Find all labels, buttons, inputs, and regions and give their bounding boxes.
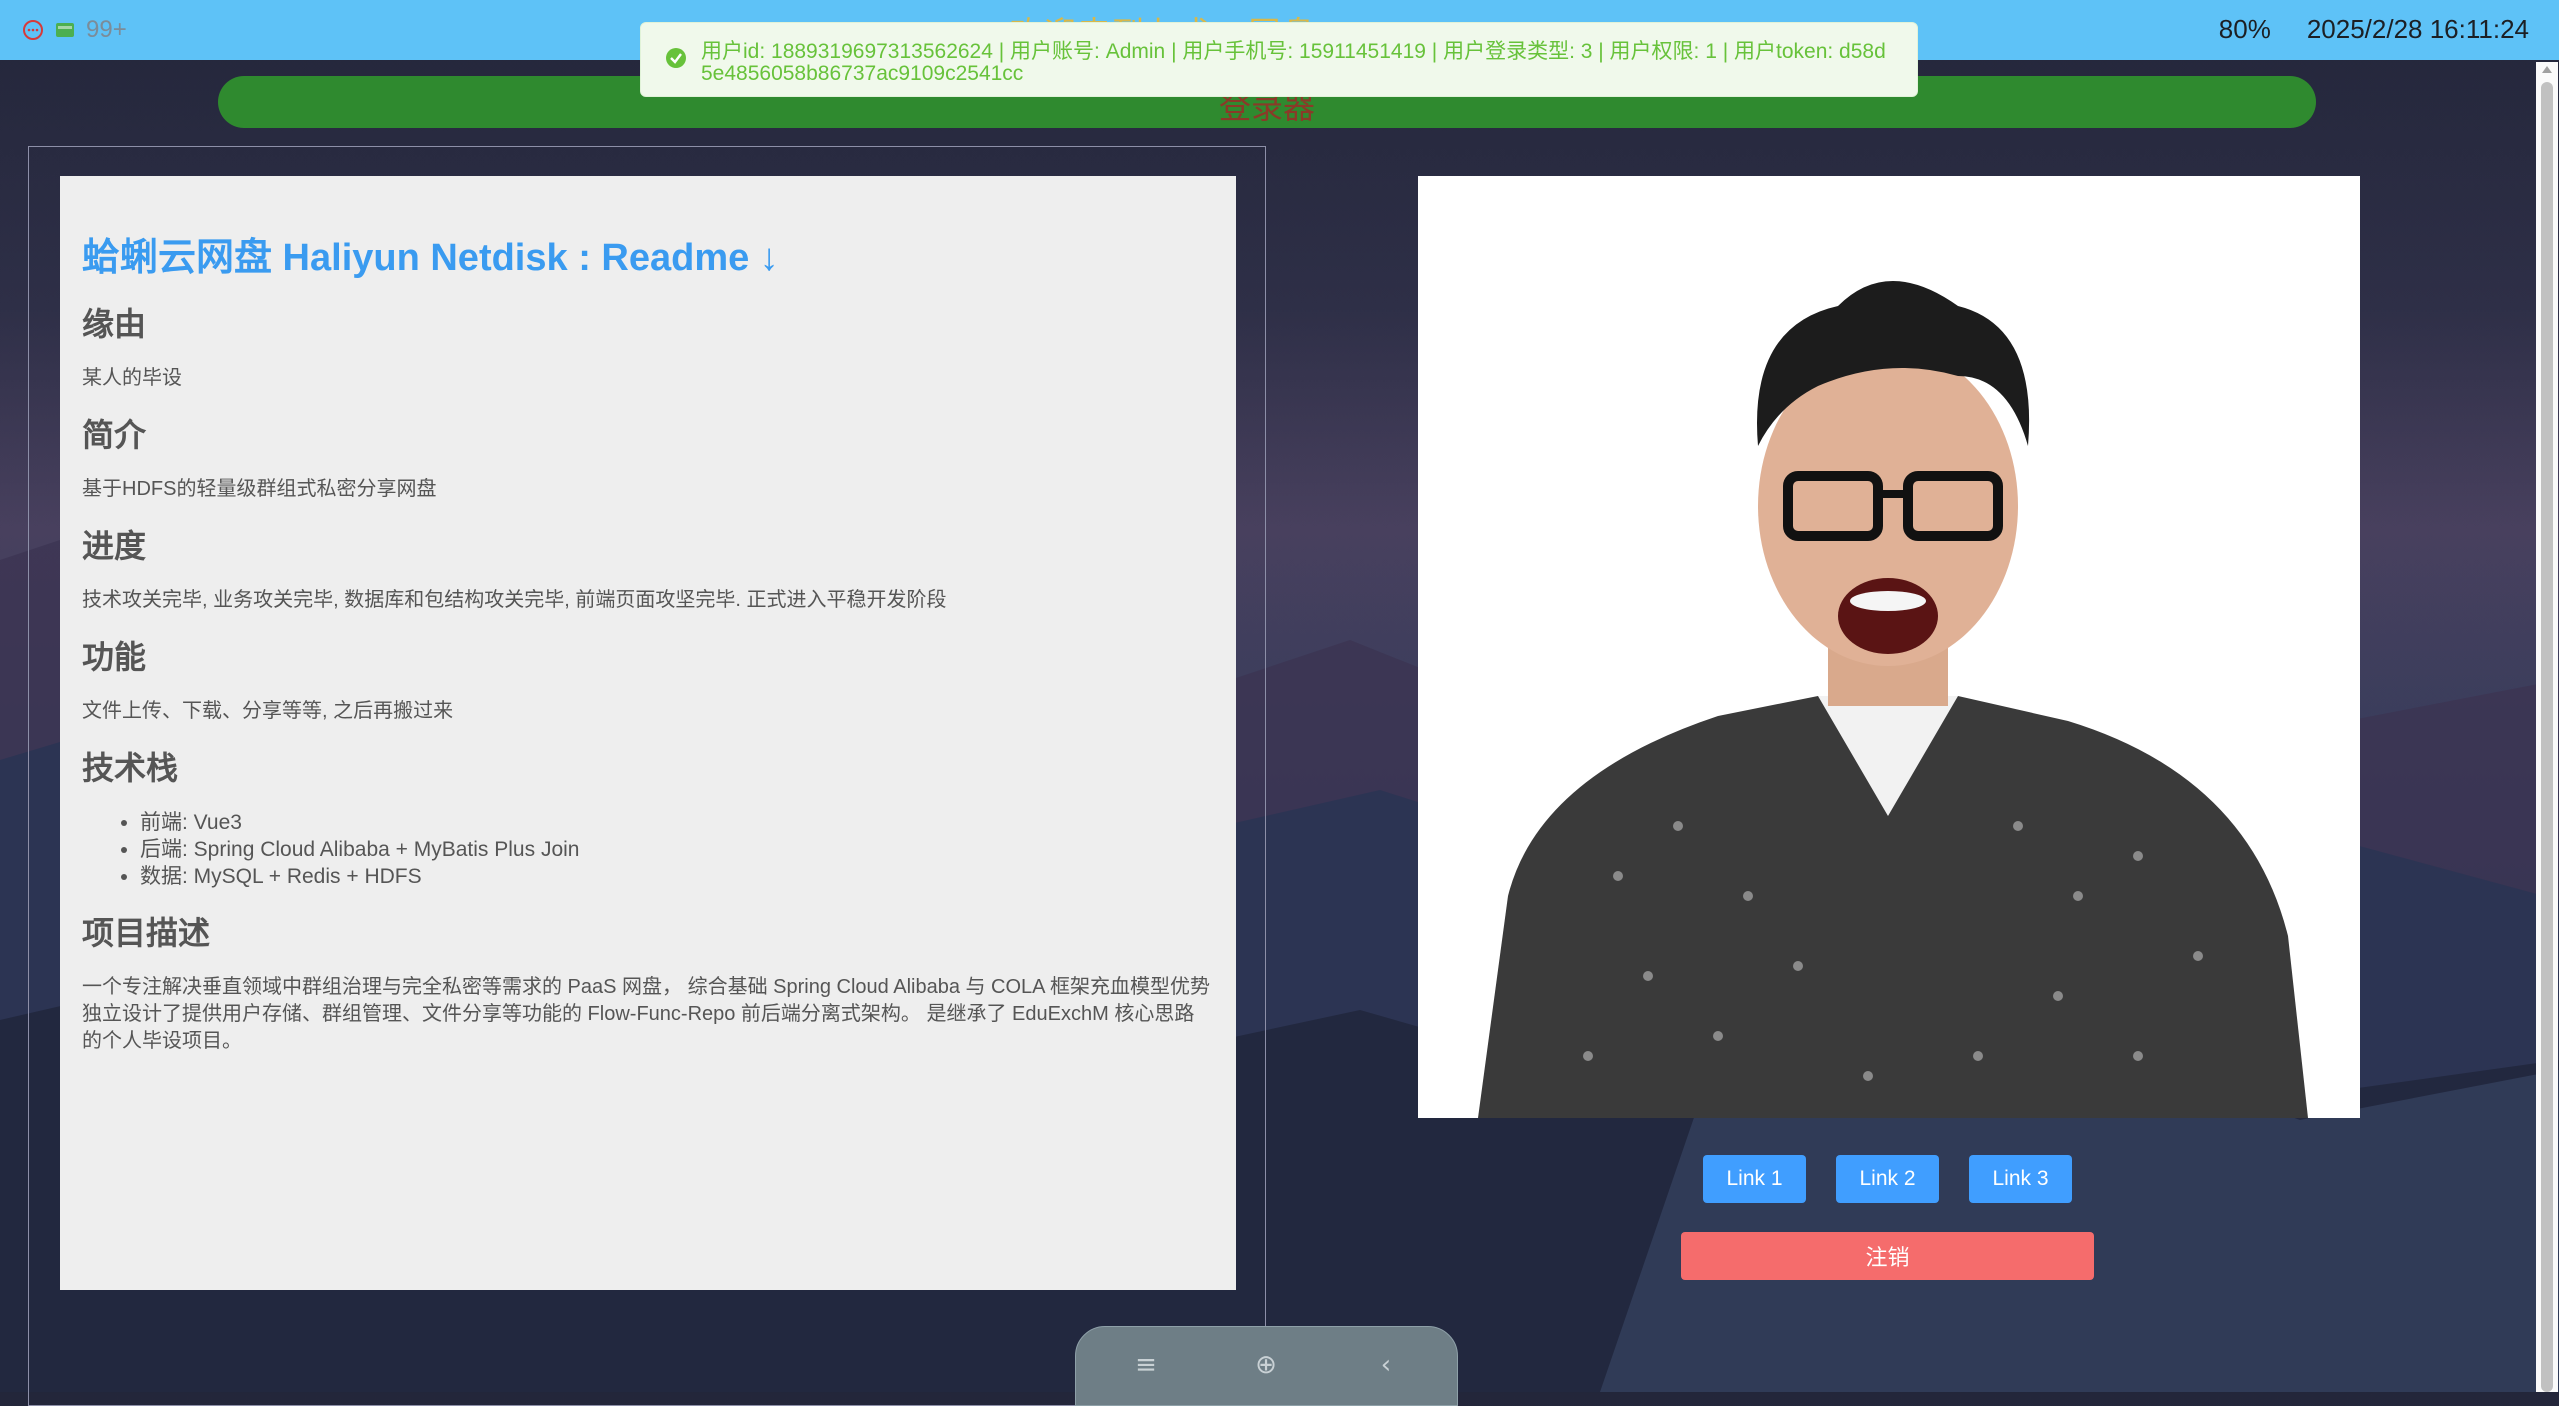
logout-button[interactable]: 注销	[1681, 1232, 2094, 1280]
section-heading-intro: 简介	[82, 417, 147, 453]
readme-panel: 蛤蜊云网盘 Haliyun Netdisk : Readme ↓ 缘由 某人的毕…	[60, 176, 1236, 1290]
toast-message: 用户id: 1889319697313562624 | 用户账号: Admin …	[701, 40, 1886, 85]
link-2-button[interactable]: Link 2	[1836, 1155, 1939, 1203]
home-icon[interactable]: ⊕	[1246, 1345, 1286, 1385]
login-success-toast: 用户id: 1889319697313562624 | 用户账号: Admin …	[640, 22, 1918, 97]
back-icon[interactable]: ‹	[1366, 1345, 1406, 1385]
profile-photo	[1418, 176, 2360, 1118]
section-text-progress: 技术攻关完毕, 业务攻关完毕, 数据库和包结构攻关完毕, 前端页面攻坚完毕. 正…	[82, 589, 947, 611]
menu-icon[interactable]: ≡	[1126, 1345, 1166, 1385]
page-scrollbar[interactable]	[2536, 62, 2558, 1392]
section-heading-origin: 缘由	[82, 306, 147, 342]
list-item: 前端: Vue3	[140, 809, 1214, 836]
zoom-level: 80%	[2218, 14, 2271, 44]
bottom-dock: ≡ ⊕ ‹	[1075, 1326, 1458, 1406]
link-1-button[interactable]: Link 1	[1703, 1155, 1806, 1203]
scroll-thumb[interactable]	[2541, 82, 2553, 1392]
section-heading-tech-stack: 技术栈	[82, 750, 179, 786]
notification-count: 99+	[86, 16, 127, 43]
list-item: 数据: MySQL + Redis + HDFS	[140, 863, 1214, 890]
tech-stack-list: 前端: Vue3 后端: Spring Cloud Alibaba + MyBa…	[82, 809, 1214, 890]
readme-title: 蛤蜊云网盘 Haliyun Netdisk : Readme ↓	[82, 237, 779, 279]
section-text-origin: 某人的毕设	[82, 367, 182, 389]
link-group: Link 1 Link 2 Link 3	[1703, 1155, 2072, 1203]
person-illustration	[1418, 176, 2360, 1118]
chat-icon[interactable]	[22, 19, 44, 41]
section-text-description: 一个专注解决垂直领域中群组治理与完全私密等需求的 PaaS 网盘， 综合基础 S…	[82, 976, 1210, 1052]
link-3-button[interactable]: Link 3	[1969, 1155, 2072, 1203]
section-heading-progress: 进度	[82, 528, 147, 564]
section-heading-description: 项目描述	[82, 915, 211, 951]
scroll-up-icon[interactable]	[2542, 66, 2552, 73]
wallet-icon[interactable]	[54, 19, 76, 41]
clock: 2025/2/28 16:11:24	[2306, 14, 2529, 44]
section-text-features: 文件上传、下载、分享等等, 之后再搬过来	[82, 700, 454, 722]
top-bar-right: 80% 2025/2/28 16:11:24	[2219, 14, 2529, 45]
top-bar-left: 99+	[22, 16, 127, 44]
section-text-intro: 基于HDFS的轻量级群组式私密分享网盘	[82, 478, 437, 500]
list-item: 后端: Spring Cloud Alibaba + MyBatis Plus …	[140, 836, 1214, 863]
success-check-icon	[666, 48, 686, 68]
section-heading-features: 功能	[82, 639, 147, 675]
